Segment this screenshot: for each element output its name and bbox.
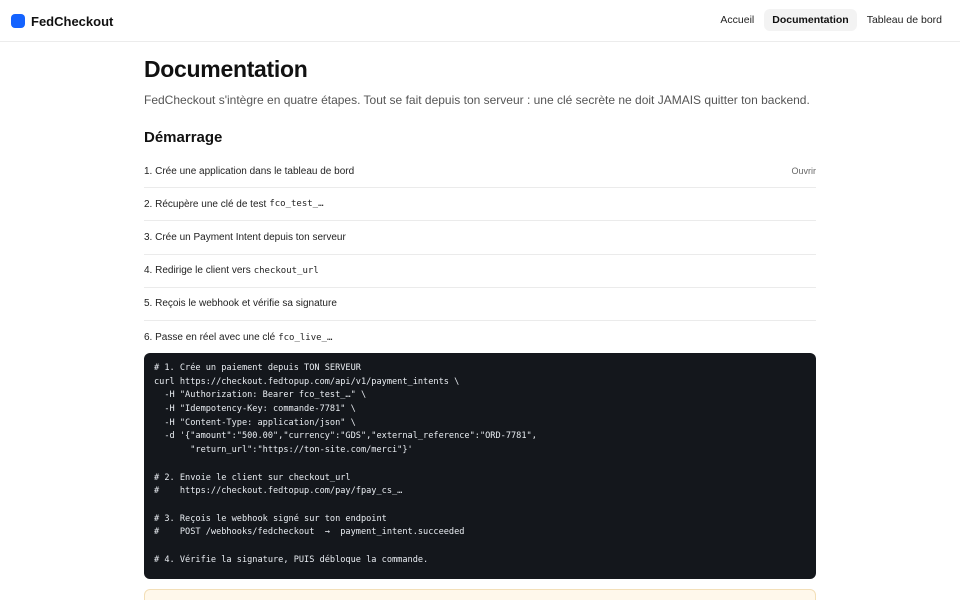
step-text: 3. Crée un Payment Intent depuis ton ser… (144, 231, 346, 243)
steps-list: 1. Crée une application dans le tableau … (144, 155, 816, 354)
code-line: -H "Authorization: Bearer fco_test_…" \ (154, 390, 367, 401)
code-line: -d '{"amount":"500.00","currency":"GDS",… (154, 431, 537, 442)
main-nav: Accueil Documentation Tableau de bord (710, 9, 950, 31)
top-navigation-bar: FedCheckout Accueil Documentation Tableau … (0, 0, 960, 42)
page-lead: FedCheckout s'intègre en quatre étapes. … (144, 93, 810, 107)
step-text: 4. Redirige le client vers (144, 265, 251, 277)
brand-name: FedCheckout (31, 13, 114, 29)
step-item: 1. Crée une application dans le tableau … (144, 155, 817, 189)
code-line: # 2. Envoie le client sur checkout_url (154, 472, 351, 483)
fedcheckout-logo-icon (11, 14, 25, 28)
open-dashboard-link[interactable]: Ouvrir (792, 155, 817, 188)
step-item: 2. Récupère une clé de test fco_test_… (144, 188, 816, 222)
step-text: 5. Reçois le webhook et vérifie sa signa… (144, 298, 337, 310)
step-item: 4. Redirige le client vers checkout_url (144, 255, 816, 288)
section-title-demarrage: Démarrage (144, 129, 223, 146)
code-line: # 4. Vérifie la signature, PUIS débloque… (154, 554, 429, 565)
nav-link-0[interactable]: Accueil (712, 9, 762, 31)
code-line: # POST /webhooks/fedcheckout → payment_i… (154, 527, 465, 538)
code-line: -H "Idempotency-Key: commande-7781" \ (154, 404, 356, 415)
step-item: 3. Crée un Payment Intent depuis ton ser… (144, 221, 816, 255)
brand[interactable]: FedCheckout (11, 12, 113, 30)
step-code: fco_live_… (278, 332, 333, 343)
code-line: # 3. Reçois le webhook signé sur ton end… (154, 513, 387, 524)
code-line: -H "Content-Type: application/json" \ (154, 417, 356, 428)
step-text: 1. Crée une application dans le tableau … (144, 165, 355, 177)
nav-link-1[interactable]: Documentation (764, 9, 857, 31)
step-code: fco_test_… (269, 199, 324, 210)
code-line: "return_url":"https://ton-site.com/merci… (154, 445, 413, 456)
code-line: curl https://checkout.fedtopup.com/api/v… (154, 376, 460, 387)
nav-link-2[interactable]: Tableau de bord (859, 9, 950, 31)
step-text: 2. Récupère une clé de test (144, 198, 267, 210)
code-example-block: # 1. Crée un paiement depuis TON SERVEUR… (144, 353, 816, 579)
step-item: 5. Reçois le webhook et vérifie sa signa… (144, 288, 816, 321)
code-line: # https://checkout.fedtopup.com/pay/fpay… (154, 486, 403, 497)
step-item: 6. Passe en réel avec une clé fco_live_… (144, 321, 816, 354)
code-line: # 1. Crée un paiement depuis TON SERVEUR (154, 363, 361, 373)
step-code: checkout_url (253, 265, 319, 276)
step-text: 6. Passe en réel avec une clé (144, 332, 276, 344)
warning-callout (144, 589, 816, 600)
page-title: Documentation (144, 56, 308, 82)
